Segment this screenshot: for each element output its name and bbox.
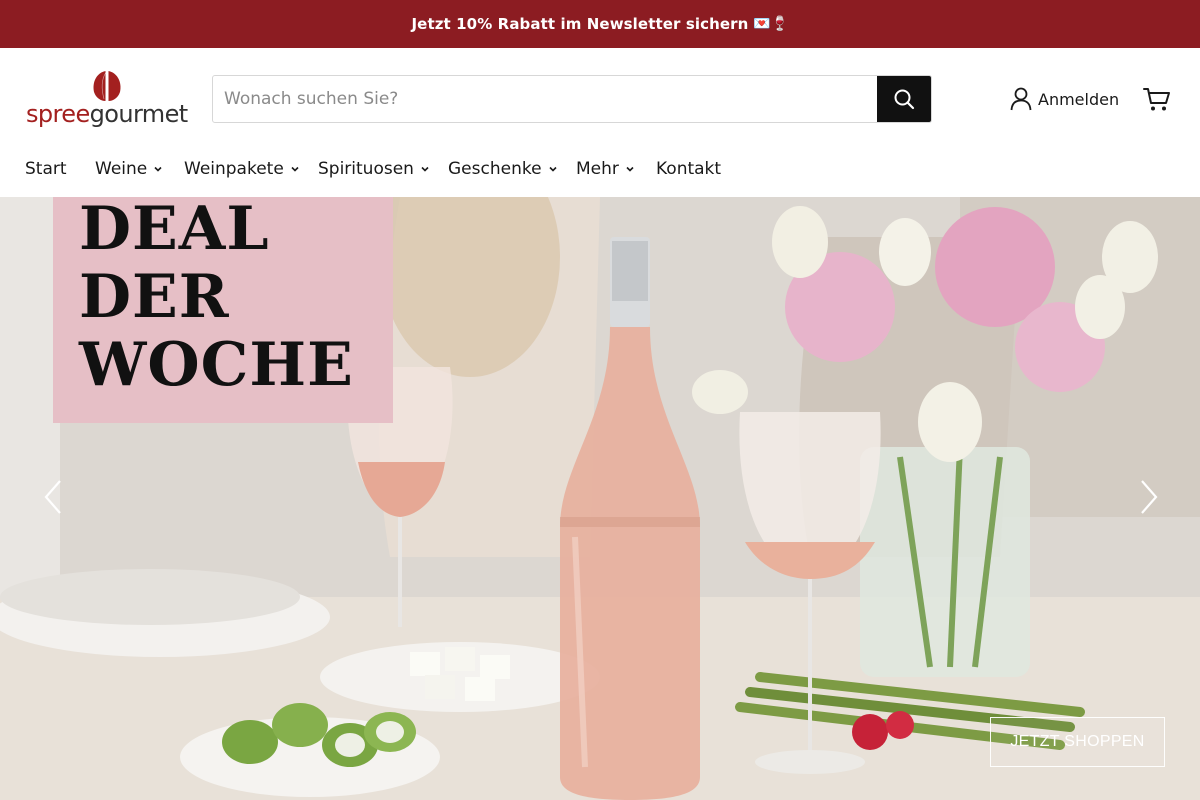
account-link[interactable]: Anmelden bbox=[1010, 86, 1119, 112]
nav-item-weinpakete[interactable]: Weinpakete bbox=[184, 156, 300, 182]
deal-line-1: DEAL bbox=[79, 197, 270, 264]
site-logo[interactable]: spreegourmet bbox=[26, 70, 188, 132]
nav-label[interactable]: Spirituosen bbox=[318, 159, 414, 179]
nav-label[interactable]: Kontakt bbox=[656, 159, 721, 179]
chevron-down-icon bbox=[154, 166, 162, 172]
hero-slider: DEAL DER WOCHE JETZT SHOPPEN bbox=[0, 197, 1200, 800]
nav-label[interactable]: Weinpakete bbox=[184, 159, 284, 179]
logo-mark-icon bbox=[93, 71, 121, 101]
chevron-down-icon bbox=[421, 166, 429, 172]
nav-item-mehr[interactable]: Mehr bbox=[576, 156, 635, 182]
chevron-right-icon bbox=[1141, 480, 1158, 514]
nav-item-start[interactable]: Start bbox=[25, 156, 67, 182]
shop-now-button[interactable]: JETZT SHOPPEN bbox=[990, 717, 1165, 767]
account-label[interactable]: Anmelden bbox=[1038, 90, 1119, 109]
main-nav: Start Weine Weinpakete Spirituosen Gesch… bbox=[0, 148, 1200, 190]
search-input[interactable] bbox=[213, 76, 877, 122]
logo-text-part1: spree bbox=[26, 100, 90, 128]
nav-label[interactable]: Geschenke bbox=[448, 159, 542, 179]
shop-now-label[interactable]: JETZT SHOPPEN bbox=[1010, 733, 1144, 751]
announcement-text[interactable]: Jetzt 10% Rabatt im Newsletter sichern bbox=[412, 15, 749, 33]
search-icon bbox=[894, 89, 915, 110]
announcement-bar[interactable]: Jetzt 10% Rabatt im Newsletter sichern 💌… bbox=[0, 0, 1200, 48]
announcement-emojis: 💌🍷 bbox=[753, 16, 789, 32]
nav-label[interactable]: Start bbox=[25, 159, 67, 179]
chevron-down-icon bbox=[548, 166, 557, 172]
cart-icon bbox=[1143, 88, 1170, 111]
search-bar bbox=[212, 75, 932, 123]
chevron-down-icon bbox=[626, 166, 634, 172]
deal-of-week-banner: DEAL DER WOCHE bbox=[53, 197, 393, 423]
user-icon bbox=[1010, 87, 1032, 111]
nav-item-kontakt[interactable]: Kontakt bbox=[656, 156, 721, 182]
slider-prev-button[interactable] bbox=[38, 477, 68, 517]
logo-wordmark: spreegourmet bbox=[26, 100, 188, 128]
nav-label[interactable]: Weine bbox=[95, 159, 147, 179]
chevron-left-icon bbox=[44, 480, 61, 514]
logo-text-part2: gourmet bbox=[89, 100, 189, 128]
deal-line-2: DER bbox=[79, 262, 230, 332]
cart-button[interactable] bbox=[1142, 84, 1172, 114]
nav-item-spirituosen[interactable]: Spirituosen bbox=[318, 156, 430, 182]
site-header: spreegourmet Anmelden bbox=[0, 48, 1200, 148]
chevron-down-icon bbox=[291, 166, 299, 172]
nav-label[interactable]: Mehr bbox=[576, 159, 619, 179]
deal-line-3: WOCHE bbox=[79, 330, 354, 400]
nav-item-geschenke[interactable]: Geschenke bbox=[448, 156, 558, 182]
nav-item-weine[interactable]: Weine bbox=[95, 156, 163, 182]
slider-next-button[interactable] bbox=[1134, 477, 1164, 517]
search-button[interactable] bbox=[877, 76, 931, 122]
